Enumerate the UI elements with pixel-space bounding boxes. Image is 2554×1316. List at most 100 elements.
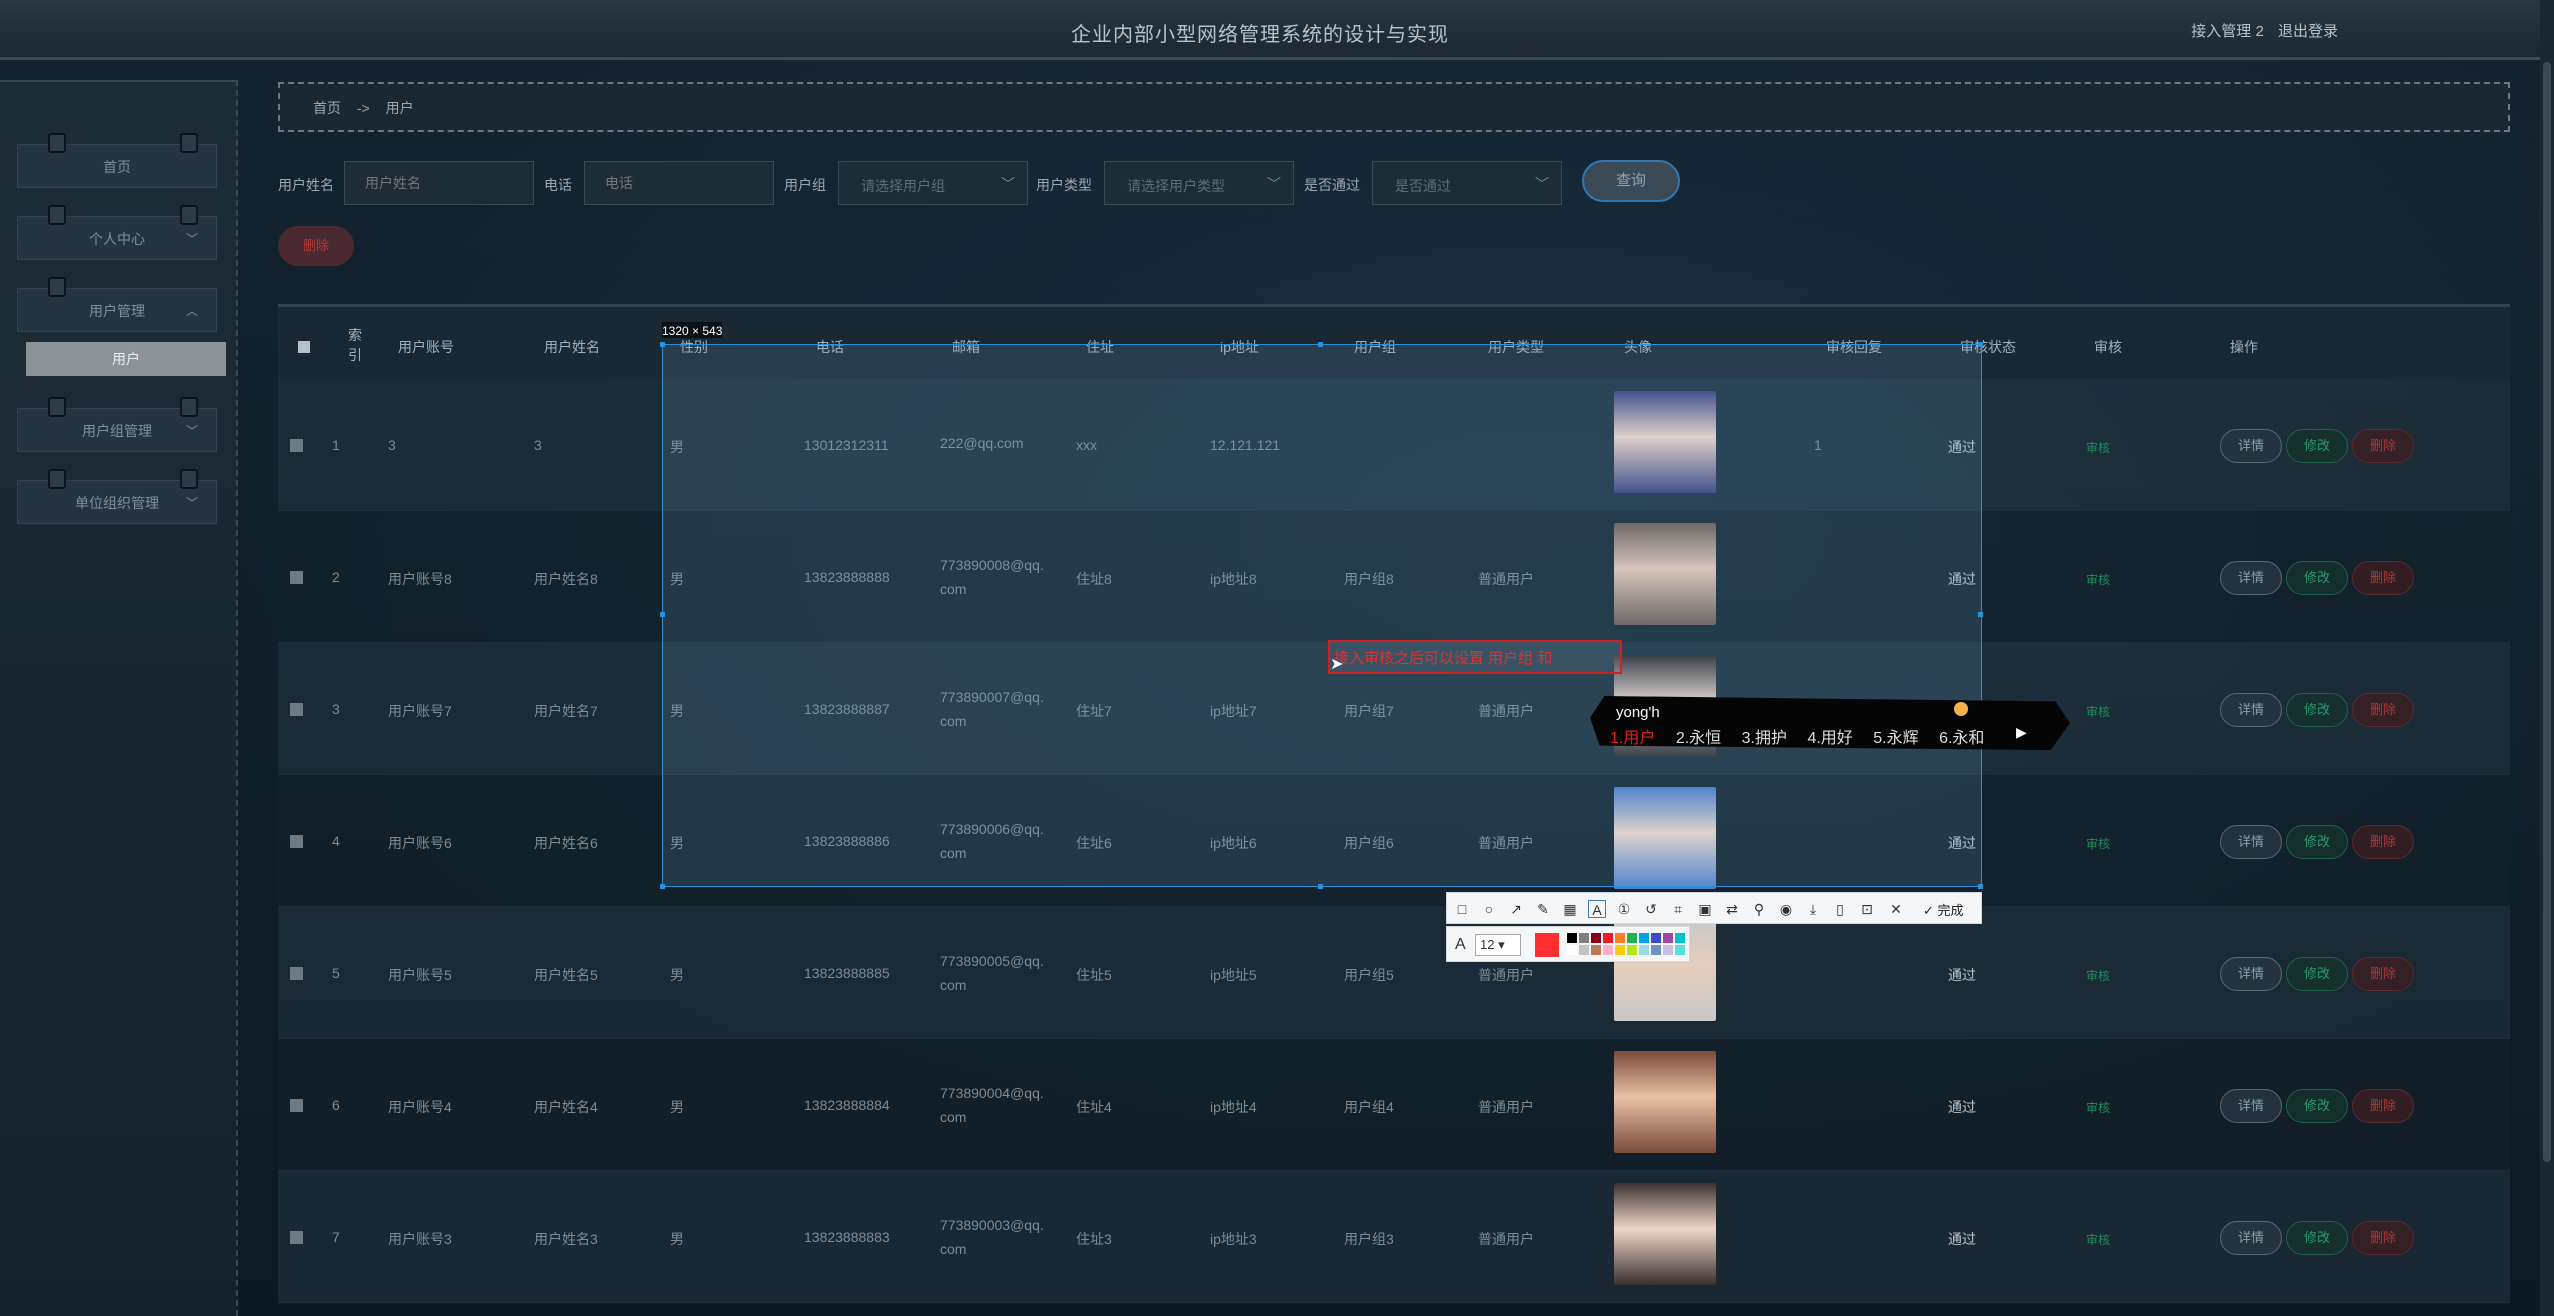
ime-candidate[interactable]: 6.永和	[1939, 730, 1984, 747]
ime-candidate[interactable]: 5.永辉	[1873, 730, 1918, 747]
edit-button[interactable]: 修改	[2286, 693, 2348, 727]
name-input[interactable]	[344, 161, 534, 205]
resize-handle[interactable]	[1978, 342, 1983, 347]
row-checkbox[interactable]	[290, 835, 303, 848]
color-swatch[interactable]	[1615, 945, 1625, 955]
arrow-icon[interactable]: ↗	[1507, 900, 1525, 918]
detail-button[interactable]: 详情	[2220, 825, 2282, 859]
select-all-checkbox[interactable]	[298, 341, 310, 353]
download-icon[interactable]: ⤓	[1804, 900, 1822, 918]
audit-link[interactable]: 审核	[2086, 1099, 2110, 1116]
pass-select[interactable]: 是否通过 ﹀	[1372, 161, 1562, 205]
next-page-icon[interactable]: ▶	[2016, 724, 2027, 741]
ime-candidate[interactable]: 4.用好	[1807, 730, 1852, 747]
audit-link[interactable]: 审核	[2086, 1231, 2110, 1248]
close-icon[interactable]: ✕	[1887, 900, 1905, 918]
translate-icon[interactable]: ⇄	[1723, 900, 1741, 918]
text-icon[interactable]: A	[1588, 900, 1606, 918]
mosaic-icon[interactable]: ▦	[1561, 900, 1579, 918]
resize-handle[interactable]	[1978, 612, 1983, 617]
color-swatch[interactable]	[1663, 945, 1673, 955]
query-button[interactable]: 查询	[1582, 160, 1680, 202]
font-size-select[interactable]: 12 ▾	[1475, 934, 1521, 956]
color-swatch[interactable]	[1651, 933, 1661, 943]
ime-candidate[interactable]: 1.用户	[1610, 730, 1655, 747]
ellipse-icon[interactable]: ○	[1480, 900, 1498, 918]
edit-button[interactable]: 修改	[2286, 429, 2348, 463]
delete-button[interactable]: 删除	[2352, 957, 2414, 991]
screenshot-selection[interactable]	[662, 344, 1982, 887]
row-checkbox[interactable]	[290, 1099, 303, 1112]
rectangle-icon[interactable]: □	[1453, 900, 1471, 918]
detail-button[interactable]: 详情	[2220, 429, 2282, 463]
ime-candidate-window[interactable]: yong'h 1.用户 2.永恒 3.拥护 4.用好 5.永辉 6.永和 ▶	[1590, 696, 2070, 750]
detail-button[interactable]: 详情	[2220, 1089, 2282, 1123]
user-label[interactable]: 接入管理 2	[2191, 23, 2264, 40]
edit-button[interactable]: 修改	[2286, 957, 2348, 991]
ime-candidate[interactable]: 3.拥护	[1742, 730, 1787, 747]
audit-link[interactable]: 审核	[2086, 439, 2110, 456]
row-checkbox[interactable]	[290, 703, 303, 716]
color-swatch[interactable]	[1603, 945, 1613, 955]
delete-button[interactable]: 删除	[2352, 561, 2414, 595]
delete-button[interactable]: 删除	[2352, 693, 2414, 727]
detail-button[interactable]: 详情	[2220, 957, 2282, 991]
resize-handle[interactable]	[660, 342, 665, 347]
number-icon[interactable]: ①	[1615, 900, 1633, 918]
edit-button[interactable]: 修改	[2286, 561, 2348, 595]
ocr-icon[interactable]: ▣	[1696, 900, 1714, 918]
color-swatch[interactable]	[1591, 933, 1601, 943]
detail-button[interactable]: 详情	[2220, 1221, 2282, 1255]
delete-button[interactable]: 删除	[2352, 429, 2414, 463]
color-swatch[interactable]	[1579, 933, 1589, 943]
delete-button[interactable]: 删除	[2352, 1089, 2414, 1123]
row-checkbox[interactable]	[290, 439, 303, 452]
crop-icon[interactable]: ⌗	[1669, 900, 1687, 918]
row-checkbox[interactable]	[290, 571, 303, 584]
ime-candidate[interactable]: 2.永恒	[1676, 730, 1721, 747]
resize-handle[interactable]	[1978, 884, 1983, 889]
color-swatch[interactable]	[1615, 933, 1625, 943]
sidebar-subitem-user[interactable]: 用户	[26, 342, 226, 376]
group-select[interactable]: 请选择用户组 ﹀	[838, 161, 1028, 205]
batch-delete-button[interactable]: 删除	[278, 226, 354, 266]
logout-link[interactable]: 退出登录	[2278, 23, 2338, 40]
color-swatch[interactable]	[1675, 945, 1685, 955]
color-swatch[interactable]	[1567, 933, 1577, 943]
delete-button[interactable]: 删除	[2352, 1221, 2414, 1255]
color-swatch[interactable]	[1663, 933, 1673, 943]
bookmark-icon[interactable]: ⊡	[1858, 900, 1876, 918]
audit-link[interactable]: 审核	[2086, 835, 2110, 852]
scrollbar-thumb[interactable]	[2543, 62, 2551, 1162]
detail-button[interactable]: 详情	[2220, 561, 2282, 595]
color-swatch[interactable]	[1639, 933, 1649, 943]
audit-link[interactable]: 审核	[2086, 703, 2110, 720]
color-swatch[interactable]	[1675, 933, 1685, 943]
resize-handle[interactable]	[660, 884, 665, 889]
type-select[interactable]: 请选择用户类型 ﹀	[1104, 161, 1294, 205]
sidebar-item-home[interactable]: 首页	[17, 133, 217, 188]
sidebar-item-org-management[interactable]: 单位组织管理 ﹀	[17, 469, 217, 524]
phone-input[interactable]	[584, 161, 774, 205]
color-swatch[interactable]	[1591, 945, 1601, 955]
sidebar-item-user-management[interactable]: 用户管理 ︿	[17, 277, 217, 332]
resize-handle[interactable]	[660, 612, 665, 617]
pen-icon[interactable]: ✎	[1534, 900, 1552, 918]
color-swatch[interactable]	[1567, 945, 1577, 955]
color-swatch[interactable]	[1651, 945, 1661, 955]
row-checkbox[interactable]	[290, 1231, 303, 1244]
edit-button[interactable]: 修改	[2286, 1221, 2348, 1255]
color-swatch[interactable]	[1603, 933, 1613, 943]
edit-button[interactable]: 修改	[2286, 825, 2348, 859]
breadcrumb-home[interactable]: 首页	[313, 100, 341, 116]
color-swatch[interactable]	[1627, 933, 1637, 943]
edit-button[interactable]: 修改	[2286, 1089, 2348, 1123]
resize-handle[interactable]	[1318, 342, 1323, 347]
record-icon[interactable]: ◉	[1777, 900, 1795, 918]
text-annotation[interactable]: 接入审核之后可以设置 用户组 和	[1328, 640, 1622, 674]
sidebar-item-group-management[interactable]: 用户组管理 ﹀	[17, 397, 217, 452]
row-checkbox[interactable]	[290, 967, 303, 980]
color-swatch[interactable]	[1639, 945, 1649, 955]
page-scrollbar[interactable]	[2540, 0, 2554, 1316]
delete-button[interactable]: 删除	[2352, 825, 2414, 859]
